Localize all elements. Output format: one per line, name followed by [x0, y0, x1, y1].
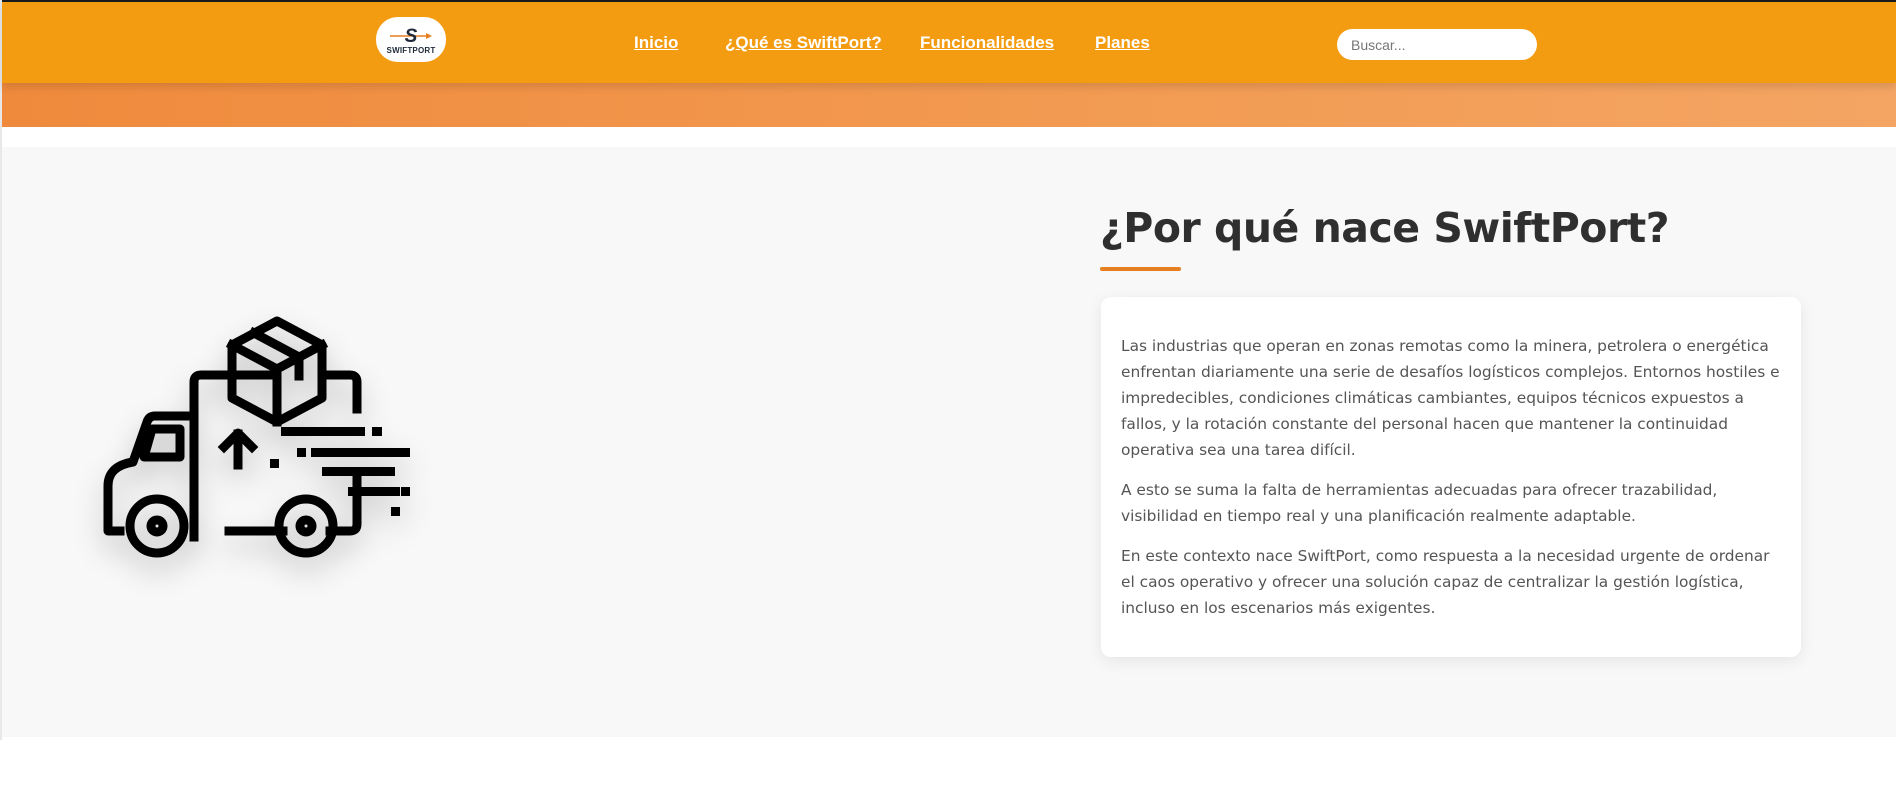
section-title: ¿Por qué nace SwiftPort?	[1100, 204, 1670, 252]
logo-letter: S	[405, 26, 418, 47]
navbar: S SWIFTPORT Inicio ¿Qué es SwiftPort? Fu…	[2, 2, 1896, 83]
description-paragraph: A esto se suma la falta de herramientas …	[1121, 481, 1718, 525]
delivery-truck-icon	[100, 316, 410, 570]
nav-link-planes[interactable]: Planes	[1095, 33, 1150, 53]
swiftport-logo[interactable]: S SWIFTPORT	[376, 17, 446, 62]
nav-link-funcionalidades[interactable]: Funcionalidades	[920, 33, 1054, 53]
nav-link-inicio[interactable]: Inicio	[634, 33, 678, 53]
logo-arrow-icon: S	[390, 26, 432, 47]
description-paragraph: Las industrias que operan en zonas remot…	[1121, 337, 1780, 459]
description-paragraph: En este contexto nace SwiftPort, como re…	[1121, 547, 1770, 617]
nav-link-que-es-swiftport[interactable]: ¿Qué es SwiftPort?	[725, 33, 882, 53]
logo-wordmark: SWIFTPORT	[386, 46, 436, 55]
hero-banner-strip	[2, 83, 1896, 127]
description-card: Las industrias que operan en zonas remot…	[1101, 297, 1801, 657]
title-accent-underline	[1100, 267, 1181, 271]
search-input[interactable]	[1337, 29, 1537, 60]
